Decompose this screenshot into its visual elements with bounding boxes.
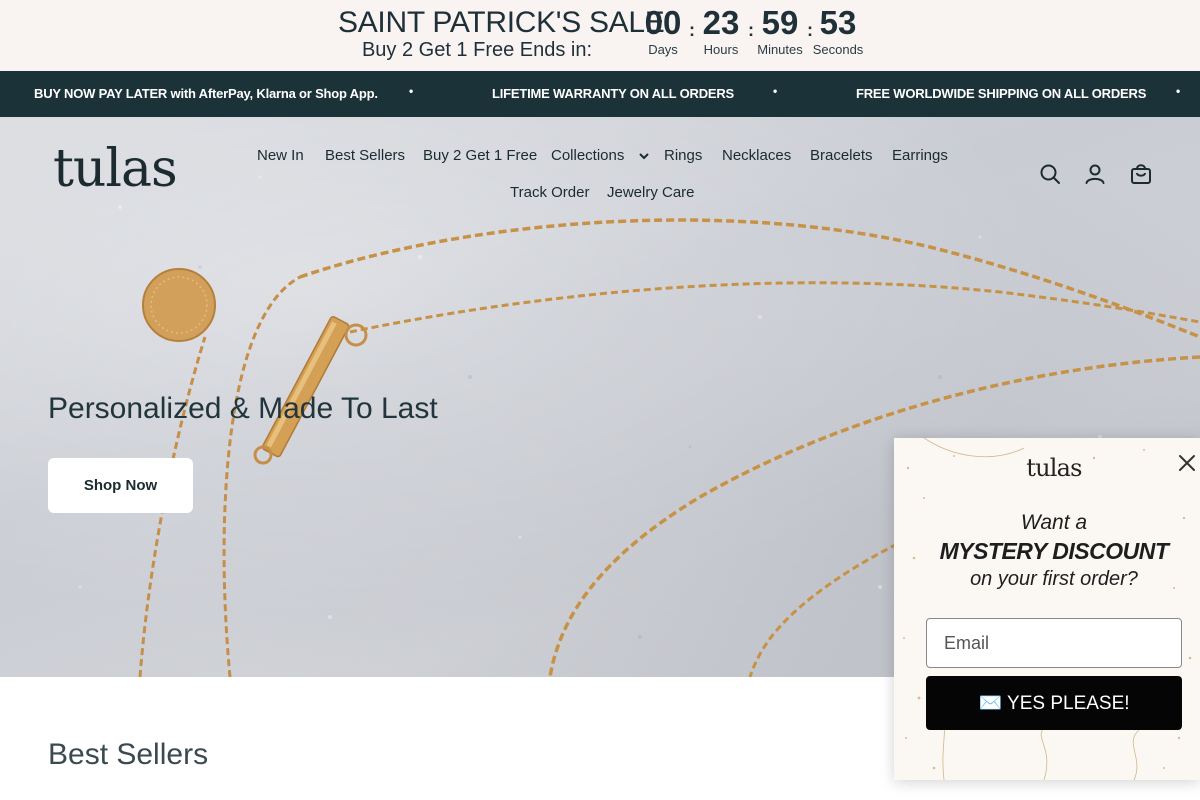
discount-popup: tulas Want a MYSTERY DISCOUNT on your fi… [894, 438, 1200, 780]
site-logo[interactable]: tulas [53, 139, 178, 199]
yes-please-button[interactable]: ✉️ YES PLEASE! [926, 676, 1182, 730]
popup-headline-line3: on your first order? [970, 568, 1138, 590]
nav-necklaces[interactable]: Necklaces [722, 147, 791, 164]
shop-now-button[interactable]: Shop Now [48, 458, 193, 513]
nav-new-in[interactable]: New In [257, 147, 304, 164]
countdown-seconds: 53 Seconds [808, 4, 868, 57]
sale-title: SAINT PATRICK'S SALE [338, 6, 665, 39]
announcement-dot: • [1176, 84, 1181, 98]
announcement-dot: • [409, 84, 414, 98]
announcement-item[interactable]: LIFETIME WARRANTY ON ALL ORDERS [492, 86, 734, 101]
countdown-days: 00 Days [633, 4, 693, 57]
countdown-minutes-label: Minutes [757, 42, 803, 57]
nav-bracelets[interactable]: Bracelets [810, 147, 873, 164]
countdown-days-value: 00 [644, 4, 682, 41]
sale-subtitle: Buy 2 Get 1 Free Ends in: [361, 39, 593, 61]
close-icon[interactable] [1176, 452, 1198, 474]
countdown-minutes-value: 59 [761, 4, 799, 41]
search-icon[interactable] [1038, 162, 1062, 186]
countdown-seconds-value: 53 [819, 4, 857, 41]
countdown-bar: SAINT PATRICK'S SALE Buy 2 Get 1 Free En… [0, 0, 1200, 71]
account-icon[interactable] [1083, 162, 1107, 186]
countdown-hours-label: Hours [703, 42, 739, 57]
popup-headline-line1: Want a [1020, 511, 1088, 534]
popup-logo: tulas [1026, 454, 1082, 482]
announcement-bar: BUY NOW PAY LATER with AfterPay, Klarna … [0, 71, 1200, 117]
countdown-seconds-label: Seconds [812, 42, 864, 57]
countdown-hours: 23 Hours [691, 4, 751, 57]
nav-jewelry-care[interactable]: Jewelry Care [607, 184, 695, 201]
nav-track-order[interactable]: Track Order [510, 184, 589, 201]
popup-headline-line2: MYSTERY DISCOUNT [939, 538, 1169, 564]
countdown-hours-value: 23 [702, 4, 740, 41]
announcement-item[interactable]: FREE WORLDWIDE SHIPPING ON ALL ORDERS [856, 86, 1146, 101]
email-field[interactable] [926, 618, 1182, 668]
hero-heading: Personalized & Made To Last [48, 392, 438, 425]
nav-earrings[interactable]: Earrings [892, 147, 948, 164]
nav-rings[interactable]: Rings [664, 147, 702, 164]
announcement-item[interactable]: BUY NOW PAY LATER with AfterPay, Klarna … [34, 86, 378, 101]
nav-buy-2-get-1[interactable]: Buy 2 Get 1 Free [423, 147, 537, 164]
nav-best-sellers[interactable]: Best Sellers [325, 147, 405, 164]
countdown-days-label: Days [648, 42, 678, 57]
cart-icon[interactable] [1129, 162, 1153, 186]
announcement-dot: • [773, 84, 778, 98]
countdown-minutes: 59 Minutes [750, 4, 810, 57]
best-sellers-title: Best Sellers [48, 738, 209, 771]
nav-collections[interactable]: Collections [551, 147, 649, 164]
nav-collections-label: Collections [551, 147, 625, 164]
chevron-down-icon [638, 152, 649, 159]
